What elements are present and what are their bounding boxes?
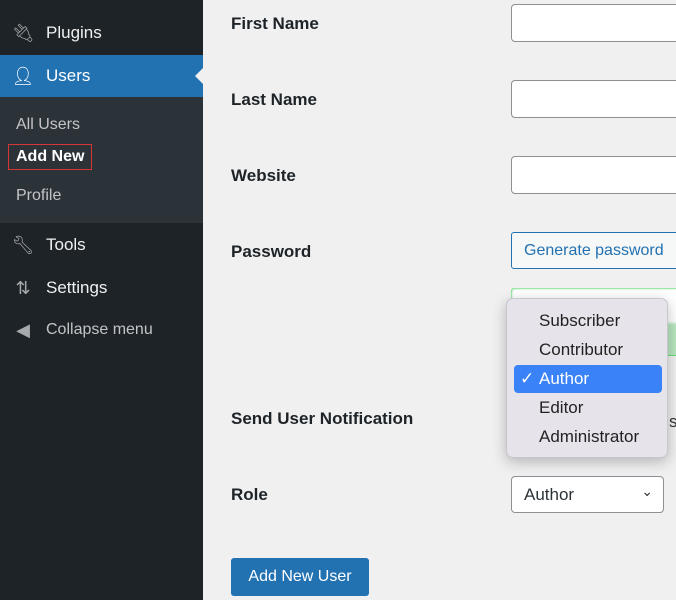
website-input[interactable] xyxy=(511,156,676,194)
user-icon: 👤︎ xyxy=(11,65,35,86)
collapse-menu[interactable]: ◀ Collapse menu xyxy=(0,309,203,351)
submenu-all-users[interactable]: All Users xyxy=(16,116,80,134)
password-label: Password xyxy=(231,242,312,261)
admin-sidebar: 🔌︎ Plugins 👤︎ Users All Users Add New Prof… xyxy=(0,0,203,600)
option-author[interactable]: ✓ Author xyxy=(514,365,662,393)
menu-label: Plugins xyxy=(46,23,102,42)
send-notification-label: Send User Notification xyxy=(231,409,414,428)
option-editor[interactable]: Editor xyxy=(514,394,662,422)
option-administrator[interactable]: Administrator xyxy=(514,423,662,451)
users-submenu: All Users Add New Profile xyxy=(0,97,203,223)
settings-icon: ⇅ xyxy=(15,277,31,298)
wrench-icon: 🔧︎ xyxy=(11,234,35,255)
plugin-icon: 🔌︎ xyxy=(11,22,35,43)
menu-settings[interactable]: ⇅ Settings xyxy=(0,267,203,309)
notification-text: s xyxy=(669,412,676,431)
menu-label: Users xyxy=(46,66,91,85)
collapse-icon: ◀ xyxy=(16,319,30,340)
last-name-input[interactable] xyxy=(511,80,676,118)
role-label: Role xyxy=(231,485,268,504)
option-label: Author xyxy=(539,369,590,388)
menu-plugins[interactable]: 🔌︎ Plugins xyxy=(0,12,203,54)
checkmark-icon: ✓ xyxy=(520,369,535,388)
option-contributor[interactable]: Contributor xyxy=(514,336,662,364)
submenu-add-new[interactable]: Add New xyxy=(8,144,93,170)
website-label: Website xyxy=(231,166,296,185)
add-new-user-button[interactable]: Add New User xyxy=(231,558,369,596)
role-value: Author xyxy=(524,485,575,504)
role-dropdown-menu: Subscriber Contributor ✓ Author Editor Ad… xyxy=(506,298,668,458)
menu-users[interactable]: 👤︎ Users xyxy=(0,55,203,97)
menu-label: Collapse menu xyxy=(46,321,153,338)
generate-password-button[interactable]: Generate password xyxy=(511,232,676,269)
role-select[interactable]: Author ⌄ xyxy=(511,476,664,513)
menu-label: Settings xyxy=(46,278,108,297)
submenu-profile[interactable]: Profile xyxy=(16,187,61,205)
first-name-input[interactable] xyxy=(511,4,676,42)
chevron-down-icon: ⌄ xyxy=(641,483,653,499)
last-name-label: Last Name xyxy=(231,90,317,109)
option-subscriber[interactable]: Subscriber xyxy=(514,307,662,335)
menu-tools[interactable]: 🔧︎ Tools xyxy=(0,224,203,266)
menu-label: Tools xyxy=(46,235,86,254)
first-name-label: First Name xyxy=(231,14,319,33)
